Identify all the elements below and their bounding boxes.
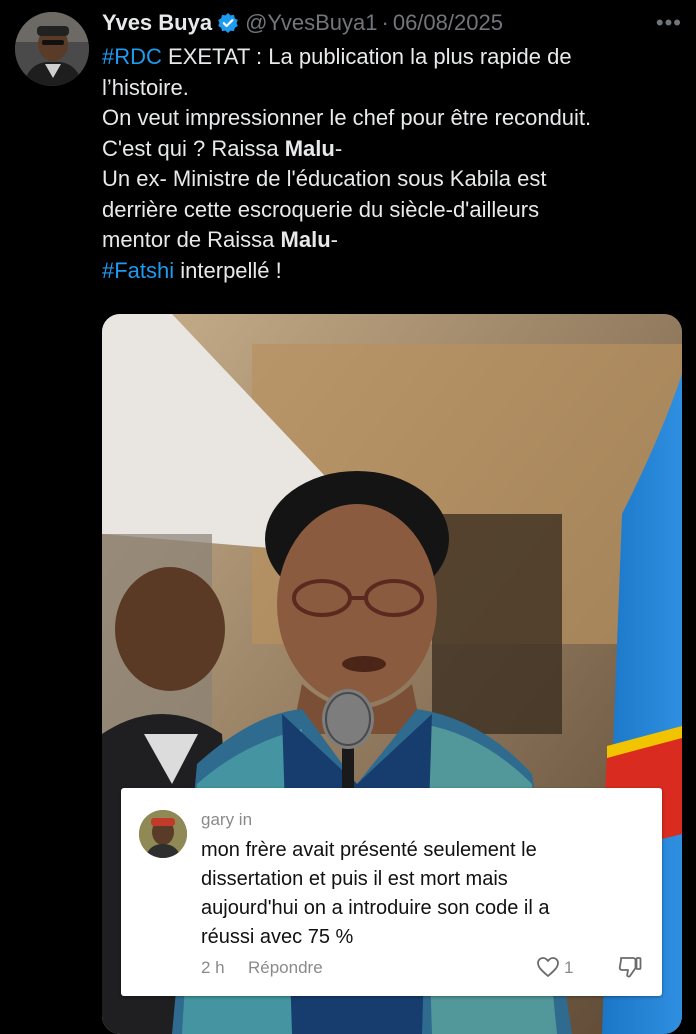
display-name[interactable]: Yves Buya [102, 10, 212, 36]
verified-badge-icon [217, 12, 239, 34]
more-options-icon[interactable]: ••• [656, 10, 682, 36]
tweet-line-8-text: interpellé ! [174, 257, 282, 283]
reply-button[interactable]: Répondre [248, 958, 323, 978]
author-avatar[interactable] [15, 12, 89, 86]
tweet-line-2: l’histoire. [102, 74, 189, 100]
tweet-line-4-pre: C'est qui ? Raissa [102, 135, 285, 161]
tweet-line-4: C'est qui ? Raissa Malu- [102, 134, 687, 165]
heart-icon[interactable] [536, 956, 560, 978]
tweet-line-4-post: - [334, 135, 343, 161]
tweet-line-6: derrière cette escroquerie du siècle-d'a… [102, 196, 540, 222]
tweet-text: #RDC EXETAT : La publication la plus rap… [102, 42, 687, 286]
tweet-line-3: On veut impressionner le chef pour être … [102, 105, 592, 130]
tweet-line-7: mentor de Raissa Malu- [102, 225, 687, 256]
tweet-line-7-pre: mentor de Raissa [102, 227, 281, 252]
comment-card: gary in mon frère avait présenté seuleme… [121, 788, 662, 996]
commenter-avatar [139, 810, 187, 858]
tweet-line-1: #RDC EXETAT : La publication la plus rap… [102, 42, 687, 73]
hashtag-fatshi[interactable]: #Fatshi [102, 258, 174, 283]
comment-line-2: dissertation et puis il est mort mais [201, 868, 508, 890]
comment-line-3: aujourd'hui on a introduire son code il … [201, 897, 550, 919]
tweet-line-7-bold: Malu [280, 227, 331, 252]
tweet-line-1-text: EXETAT : La publication la plus rapide d… [161, 44, 572, 69]
commenter-username[interactable]: gary in [201, 810, 252, 830]
tweet-line-8: #Fatshi interpellé ! [102, 256, 687, 287]
tweet-line-5: Un ex- Ministre de l'éducation sous Kabi… [102, 166, 547, 191]
header-separator: · [381, 10, 389, 35]
tweet-header: Yves Buya @YvesBuya1 · 06/08/2025 ••• [102, 8, 682, 38]
comment-line-4: réussi avec 75 % [201, 926, 354, 948]
user-handle[interactable]: @YvesBuya1 [245, 10, 377, 36]
comment-time: 2 h [201, 958, 225, 977]
tweet-line-7-post: - [330, 227, 338, 252]
thumbs-down-icon[interactable] [617, 955, 643, 979]
tweet-date[interactable]: 06/08/2025 [393, 10, 503, 36]
tweet-line-4-bold: Malu [284, 135, 335, 161]
like-count: 1 [564, 958, 574, 977]
comment-text: mon frère avait présenté seulement le di… [201, 836, 646, 952]
comment-line-1: mon frère avait présenté seulement le [201, 839, 537, 861]
hashtag-rdc[interactable]: #RDC [102, 44, 162, 69]
